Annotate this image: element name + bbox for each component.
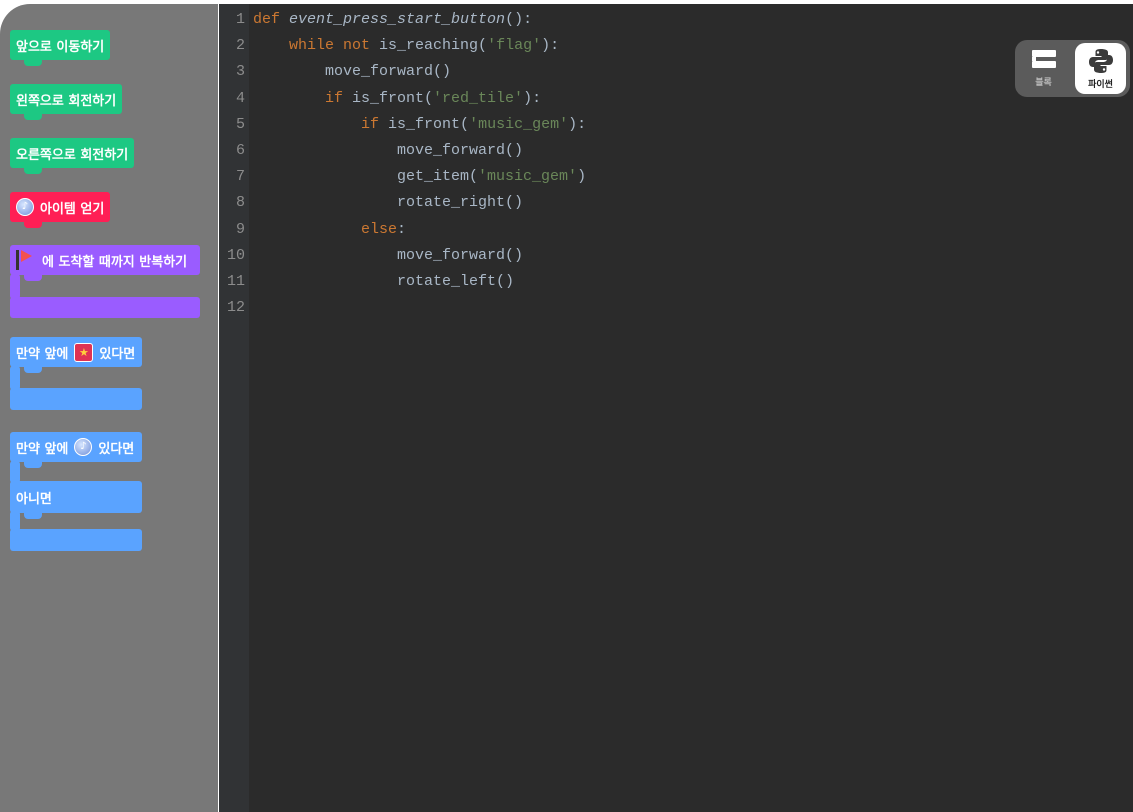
code-line[interactable]: move_forward() — [253, 247, 523, 264]
code-token: 'flag' — [487, 37, 542, 55]
block-label: 있다면 — [99, 346, 136, 362]
flag-pole-icon — [16, 250, 19, 270]
repeat-header[interactable]: 에 도착할 때까지 반복하기 — [10, 245, 200, 281]
line-number: 9 — [235, 220, 245, 238]
blocks-mode-label: 블록 — [1035, 78, 1052, 88]
block-label: 왼쪽으로 회전하기 — [16, 93, 117, 109]
block-label: 오른쪽으로 회전하기 — [16, 147, 129, 163]
else-label-row: 아니면 — [10, 481, 142, 519]
code-token: ): — [568, 115, 587, 133]
line-number: 7 — [235, 168, 245, 186]
code-line[interactable]: move_forward() — [253, 142, 523, 159]
blocks-icon — [1031, 50, 1056, 68]
code-token: : — [397, 220, 407, 238]
code-token: if — [325, 89, 353, 107]
code-token: while not — [289, 37, 380, 55]
code-token: (): — [505, 11, 533, 28]
else-arm — [10, 511, 20, 531]
block-palette: 앞으로 이동하기 왼쪽으로 회전하기 오른쪽으로 회전하기 ♪ 아이템 얻기 에 … — [0, 4, 218, 812]
if-footer — [10, 388, 142, 410]
code-line[interactable]: move_forward() — [253, 63, 451, 80]
block-label: 앞으로 이동하기 — [16, 39, 105, 55]
blocks-mode-button[interactable]: 블록 — [1018, 43, 1069, 94]
line-number: 3 — [235, 63, 245, 81]
repeat-footer — [10, 297, 200, 318]
music-gem-icon: ♪ — [74, 438, 93, 456]
code-token: ): — [541, 37, 560, 55]
code-editor[interactable]: 1 def event_press_start_button(): 2 while … — [219, 4, 1133, 812]
else-label: 아니면 — [16, 491, 52, 507]
block-turn-left[interactable]: 왼쪽으로 회전하기 — [10, 84, 123, 120]
line-number: 8 — [235, 194, 245, 212]
code-token: 'music_gem' — [469, 115, 569, 133]
block-move-forward[interactable]: 앞으로 이동하기 — [10, 30, 111, 66]
code-line[interactable]: if is_front('red_tile'): — [253, 90, 541, 107]
code-token: is_front( — [388, 115, 470, 133]
if-footer — [10, 529, 142, 551]
music-gem-icon: ♪ — [16, 198, 34, 216]
code-token: rotate_right() — [253, 194, 524, 212]
line-number: 2 — [235, 37, 245, 55]
red-tile-icon: ★ — [74, 342, 94, 362]
line-number: 4 — [235, 89, 245, 107]
block-label: 아이템 얻기 — [40, 201, 105, 217]
if-arm — [10, 461, 20, 483]
code-line[interactable]: while not is_reaching('flag'): — [253, 37, 559, 54]
block-turn-right[interactable]: 오른쪽으로 회전하기 — [10, 138, 135, 174]
code-token: 'music_gem' — [478, 168, 578, 186]
code-token: move_forward() — [253, 63, 452, 81]
code-token: move_forward() — [253, 246, 524, 264]
code-token: 'red_tile' — [433, 89, 524, 107]
if-header[interactable]: 만약 앞에 ♪ 있다면 — [10, 432, 142, 468]
line-number: 1 — [235, 11, 245, 28]
repeat-arm — [10, 274, 20, 299]
python-icon — [1088, 48, 1113, 73]
if-arm — [10, 366, 20, 390]
block-get-item[interactable]: ♪ 아이템 얻기 — [10, 192, 111, 228]
line-number: 5 — [235, 115, 245, 133]
code-token: ): — [523, 89, 542, 107]
code-token: if — [361, 115, 389, 133]
code-token: is_reaching( — [379, 37, 488, 55]
line-number: 10 — [226, 246, 245, 264]
if-header[interactable]: 만약 앞에 ★ 있다면 — [10, 337, 142, 373]
code-line[interactable]: if is_front('music_gem'): — [253, 116, 586, 133]
flag-icon — [21, 250, 32, 262]
code-token: event_press_start_button — [289, 11, 506, 28]
code-line[interactable]: rotate_right() — [253, 194, 523, 211]
line-number: 6 — [235, 142, 245, 159]
line-number: 11 — [226, 273, 245, 290]
code-token: ) — [577, 168, 587, 186]
code-line[interactable]: rotate_left() — [253, 273, 514, 290]
block-label: 만약 앞에 — [16, 346, 69, 362]
line-number: 12 — [226, 299, 245, 317]
code-token: move_forward() — [253, 142, 524, 159]
code-line[interactable]: get_item('music_gem') — [253, 168, 586, 185]
block-label: 만약 앞에 — [16, 441, 69, 457]
code-token: rotate_left() — [253, 273, 515, 290]
code-token: def — [253, 11, 290, 28]
code-token: is_front( — [352, 89, 434, 107]
code-line[interactable]: else: — [253, 221, 406, 238]
block-label: 에 도착할 때까지 반복하기 — [42, 254, 188, 270]
python-mode-label: 파이썬 — [1088, 79, 1113, 90]
mode-toggle: 블록 파이썬 — [1015, 40, 1130, 97]
code-line[interactable]: def event_press_start_button(): — [253, 11, 532, 28]
block-label: 있다면 — [98, 441, 135, 457]
code-token: else — [361, 220, 398, 238]
code-token: get_item( — [253, 168, 479, 186]
python-mode-button[interactable]: 파이썬 — [1075, 43, 1126, 94]
